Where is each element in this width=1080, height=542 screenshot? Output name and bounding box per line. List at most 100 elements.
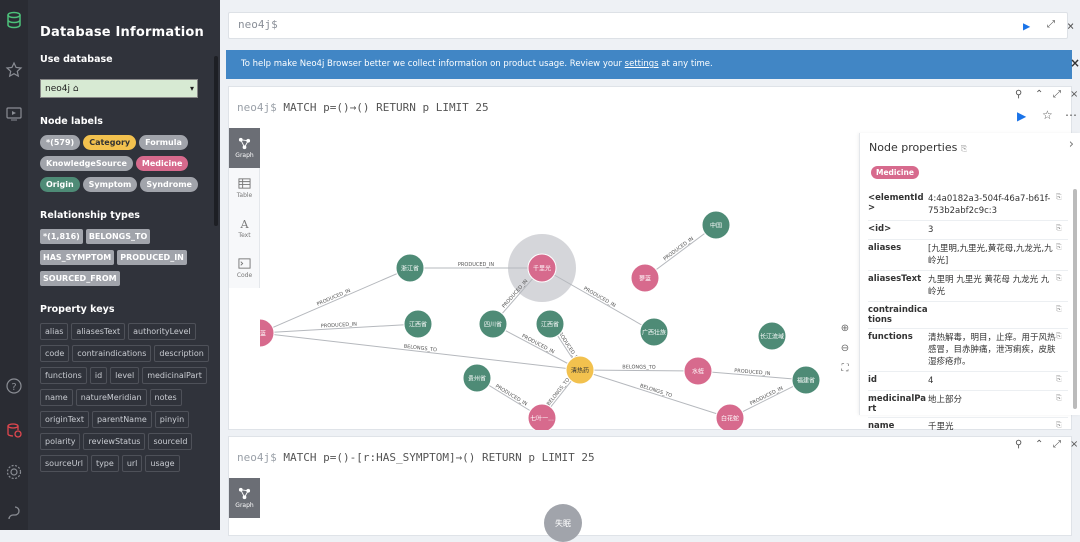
property-key-chip[interactable]: usage — [145, 455, 180, 472]
favorite-icon[interactable]: ☆ — [1042, 108, 1053, 122]
property-key-chip[interactable]: parentName — [91, 411, 152, 428]
property-key-chip[interactable]: level — [110, 367, 140, 384]
frame2-tab-graph[interactable]: Graph — [229, 478, 260, 518]
properties-scrollbar[interactable] — [1073, 189, 1077, 409]
database-icon[interactable] — [0, 6, 28, 34]
node-label-chip[interactable]: Formula — [139, 135, 188, 150]
graph-node-label: 清热药 — [571, 367, 589, 375]
property-key-chip[interactable]: type — [90, 455, 119, 472]
expand-icon[interactable]: ⤢ — [1047, 19, 1055, 30]
property-key-chip[interactable]: functions — [40, 367, 87, 384]
node-labels-heading: Node labels — [40, 116, 103, 127]
text-icon: A — [239, 218, 249, 230]
property-key-chip[interactable]: pinyin — [154, 411, 190, 428]
relationship-type-chip[interactable]: PRODUCED_IN — [117, 250, 187, 265]
property-key-chip[interactable]: authorityLevel — [128, 323, 196, 340]
property-key-chip[interactable]: aliasesText — [71, 323, 126, 340]
copy-icon[interactable]: ⎘ — [1056, 193, 1066, 217]
settings-link[interactable]: settings — [625, 59, 659, 69]
node-label-chip[interactable]: Symptom — [82, 177, 138, 192]
disconnected-database-icon[interactable] — [0, 416, 28, 444]
svg-text:A: A — [239, 218, 249, 230]
copy-icon[interactable]: ⎘ — [1056, 421, 1066, 433]
node-label-chip[interactable]: Medicine — [135, 156, 189, 171]
property-key-chip[interactable]: description — [154, 345, 209, 362]
copy-icon[interactable]: ⎘ — [1056, 243, 1066, 267]
property-key-chip[interactable]: alias — [40, 323, 69, 340]
copy-icon[interactable]: ⎘ — [1056, 305, 1066, 325]
relationship-type-chip[interactable]: BELONGS_TO — [85, 229, 151, 244]
close-editor-icon[interactable]: × — [1067, 19, 1074, 33]
zoom-in-icon[interactable]: ⊕ — [836, 323, 854, 343]
copy-icon[interactable]: ⎘ — [1056, 332, 1066, 368]
property-key-chip[interactable]: notes — [149, 389, 182, 406]
close-frame-icon[interactable]: × — [1070, 89, 1078, 100]
star-icon[interactable] — [0, 56, 28, 84]
view-tabs: Graph Table A Text Code — [229, 128, 260, 288]
frame-query-text: MATCH p=()→() RETURN p LIMIT 25 — [283, 101, 489, 114]
graph-icon — [238, 487, 251, 500]
tab-table[interactable]: Table — [229, 168, 260, 208]
graph-edge-label: BELONGS_TO — [622, 364, 656, 370]
frame-query[interactable]: neo4j$ MATCH p=()→() RETURN p LIMIT 25 — [229, 87, 1071, 127]
copy-icon[interactable]: ⎘ — [1056, 394, 1066, 414]
close-frame-icon[interactable]: × — [1070, 439, 1078, 450]
database-select[interactable]: neo4j ⌂ ▾ — [40, 79, 198, 98]
sidebar-scrollbar[interactable] — [214, 56, 218, 226]
banner-close-icon[interactable]: × — [1070, 56, 1080, 70]
banner-text-after: at any time. — [658, 59, 713, 69]
tab-text[interactable]: A Text — [229, 208, 260, 248]
copy-icon[interactable]: ⎘ — [1056, 224, 1066, 236]
property-key-chip[interactable]: sourceId — [148, 433, 193, 450]
relationship-type-chip[interactable]: SOURCED_FROM — [40, 271, 120, 286]
property-key-chip[interactable]: medicinalPart — [142, 367, 207, 384]
graph-edge-label: PRODUCED_IN — [662, 236, 695, 263]
run-icon[interactable]: ▶ — [1023, 19, 1030, 33]
fit-icon[interactable]: ⛶ — [836, 363, 854, 383]
property-key-chip[interactable]: contraindications — [72, 345, 152, 362]
tab-graph[interactable]: Graph — [229, 128, 260, 168]
node-label-chip[interactable]: KnowledgeSource — [40, 156, 133, 171]
play-screen-icon[interactable] — [0, 100, 28, 128]
property-key-chip[interactable]: url — [121, 455, 143, 472]
property-row: name 千里光 ⎘ — [868, 418, 1068, 437]
graph-node-label: 江西省 — [409, 321, 427, 329]
property-key: aliases — [868, 243, 902, 253]
tab-code[interactable]: Code — [229, 248, 260, 288]
property-key-chip[interactable]: name — [40, 389, 73, 406]
property-key-chip[interactable]: natureMeridian — [75, 389, 147, 406]
help-icon[interactable]: ? — [0, 372, 28, 400]
node-label-chip[interactable]: Syndrome — [140, 177, 198, 192]
relationship-type-chip[interactable]: *(1,816) — [40, 229, 83, 244]
query-editor[interactable]: neo4j$ ▶ ⤢ × — [228, 12, 1074, 39]
zoom-out-icon[interactable]: ⊖ — [836, 343, 854, 363]
graph-node-label: 水蛭 — [692, 368, 704, 376]
node-label-chip[interactable]: *(579) — [40, 135, 81, 150]
frame2-query[interactable]: neo4j$ MATCH p=()-[r:HAS_SYMPTOM]→() RET… — [229, 437, 1071, 477]
copy-icon[interactable]: ⎘ — [1056, 274, 1066, 298]
graph-node-label: 失眠 — [555, 518, 571, 528]
property-key-chip[interactable]: code — [40, 345, 70, 362]
property-key-chip[interactable]: sourceUrl — [40, 455, 88, 472]
property-key-chip[interactable]: polarity — [40, 433, 81, 450]
copy-icon[interactable]: ⎘ — [961, 144, 967, 153]
rerun-icon[interactable]: ▶ — [1017, 109, 1026, 123]
node-label-chip[interactable]: Category — [83, 135, 137, 150]
plugin-icon[interactable] — [0, 500, 28, 528]
relationship-types-heading: Relationship types — [40, 210, 140, 221]
property-value: 4:4a0182a3-504f-46a7-b61f-753b2abf2c9c:3 — [928, 194, 1051, 216]
copy-icon[interactable]: ⎘ — [1056, 375, 1066, 387]
graph-edge-label: PRODUCED_IN — [458, 262, 494, 268]
graph-node[interactable]: 失眠 — [544, 504, 582, 542]
property-key-chip[interactable]: reviewStatus — [83, 433, 146, 450]
chevron-right-icon[interactable]: › — [1069, 137, 1074, 152]
property-key-chip[interactable]: id — [89, 367, 108, 384]
graph-node-label: 千里光 — [533, 265, 551, 273]
node-label-chip[interactable]: Origin — [40, 177, 80, 192]
more-icon[interactable]: ⋯ — [1065, 108, 1077, 122]
use-database-heading: Use database — [40, 54, 113, 65]
node-label-badge[interactable]: Medicine — [871, 166, 919, 179]
relationship-type-chip[interactable]: HAS_SYMPTOM — [40, 250, 115, 265]
settings-icon[interactable] — [0, 458, 28, 486]
property-key-chip[interactable]: originText — [40, 411, 89, 428]
